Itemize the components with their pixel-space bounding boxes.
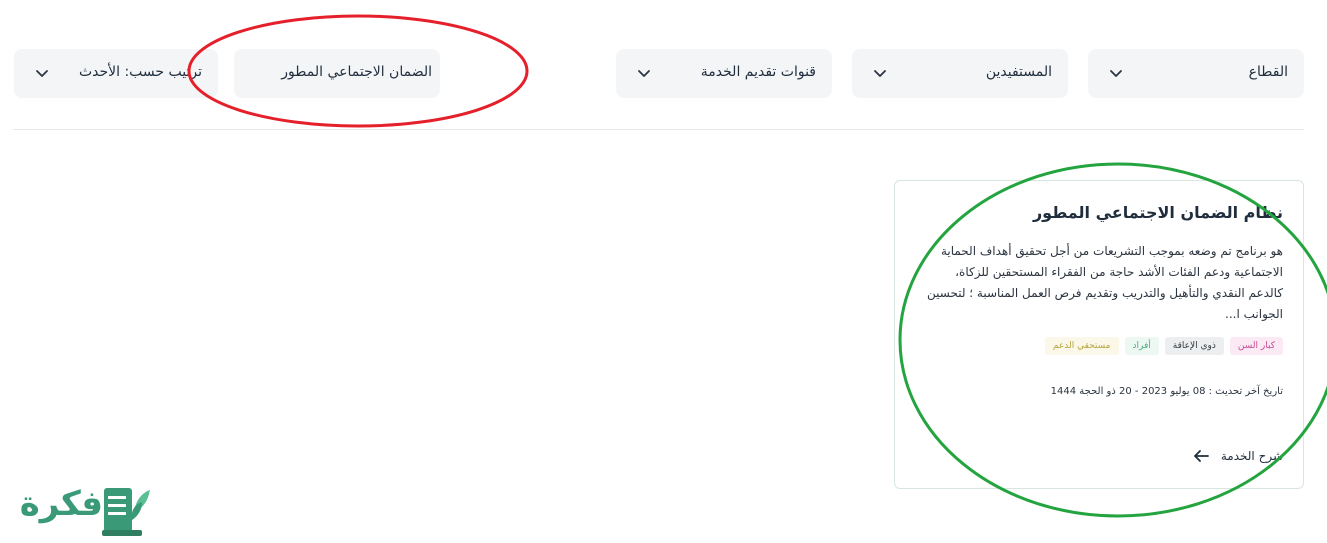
tag-disabilities: ذوي الإعاقة [1164, 337, 1224, 355]
chevron-down-icon [638, 70, 650, 77]
beneficiaries-filter-label: المستفيدين [985, 64, 1052, 80]
tag-elderly: كبار السن [1229, 337, 1283, 355]
chevron-down-icon [1110, 70, 1122, 77]
filter-divider [13, 129, 1304, 130]
tag-support-eligible: مستحقي الدعم [1044, 337, 1119, 355]
explain-service-label: شرح الخدمة [1220, 449, 1283, 463]
search-input-value: الضمان الاجتماعي المطور [281, 64, 432, 80]
last-updated-date: تاريخ آخر تحديث : 08 يوليو 2023 - 20 ذو … [1050, 386, 1283, 397]
sector-filter[interactable]: القطاع [1088, 49, 1304, 98]
channels-filter[interactable]: قنوات تقديم الخدمة [616, 49, 832, 98]
book-leaf-icon [102, 488, 150, 536]
explain-service-link[interactable]: شرح الخدمة [1193, 449, 1283, 463]
chevron-down-icon [874, 70, 886, 77]
search-input[interactable]: الضمان الاجتماعي المطور [234, 49, 440, 98]
beneficiaries-filter[interactable]: المستفيدين [852, 49, 1068, 98]
service-card-tags: كبار السن ذوي الإعاقة أفراد مستحقي الدعم [1044, 337, 1283, 355]
sort-dropdown-label: ترتيب حسب: الأحدث [78, 64, 202, 80]
service-card-description: هو برنامج تم وضعه بموجب التشريعات من أجل… [926, 244, 1283, 321]
service-card-title[interactable]: نظام الضمان الاجتماعي المطور [1033, 203, 1283, 222]
logo-text: فكرة [19, 484, 103, 524]
service-card[interactable]: نظام الضمان الاجتماعي المطور هو برنامج ت… [894, 180, 1304, 489]
site-logo: فكرة [0, 480, 155, 540]
channels-filter-label: قنوات تقديم الخدمة [700, 64, 816, 80]
sector-filter-label: القطاع [1248, 64, 1288, 80]
chevron-down-icon [36, 70, 48, 77]
arrow-left-icon [1193, 450, 1209, 462]
sort-dropdown[interactable]: ترتيب حسب: الأحدث [14, 49, 218, 98]
tag-individuals: أفراد [1124, 337, 1159, 355]
